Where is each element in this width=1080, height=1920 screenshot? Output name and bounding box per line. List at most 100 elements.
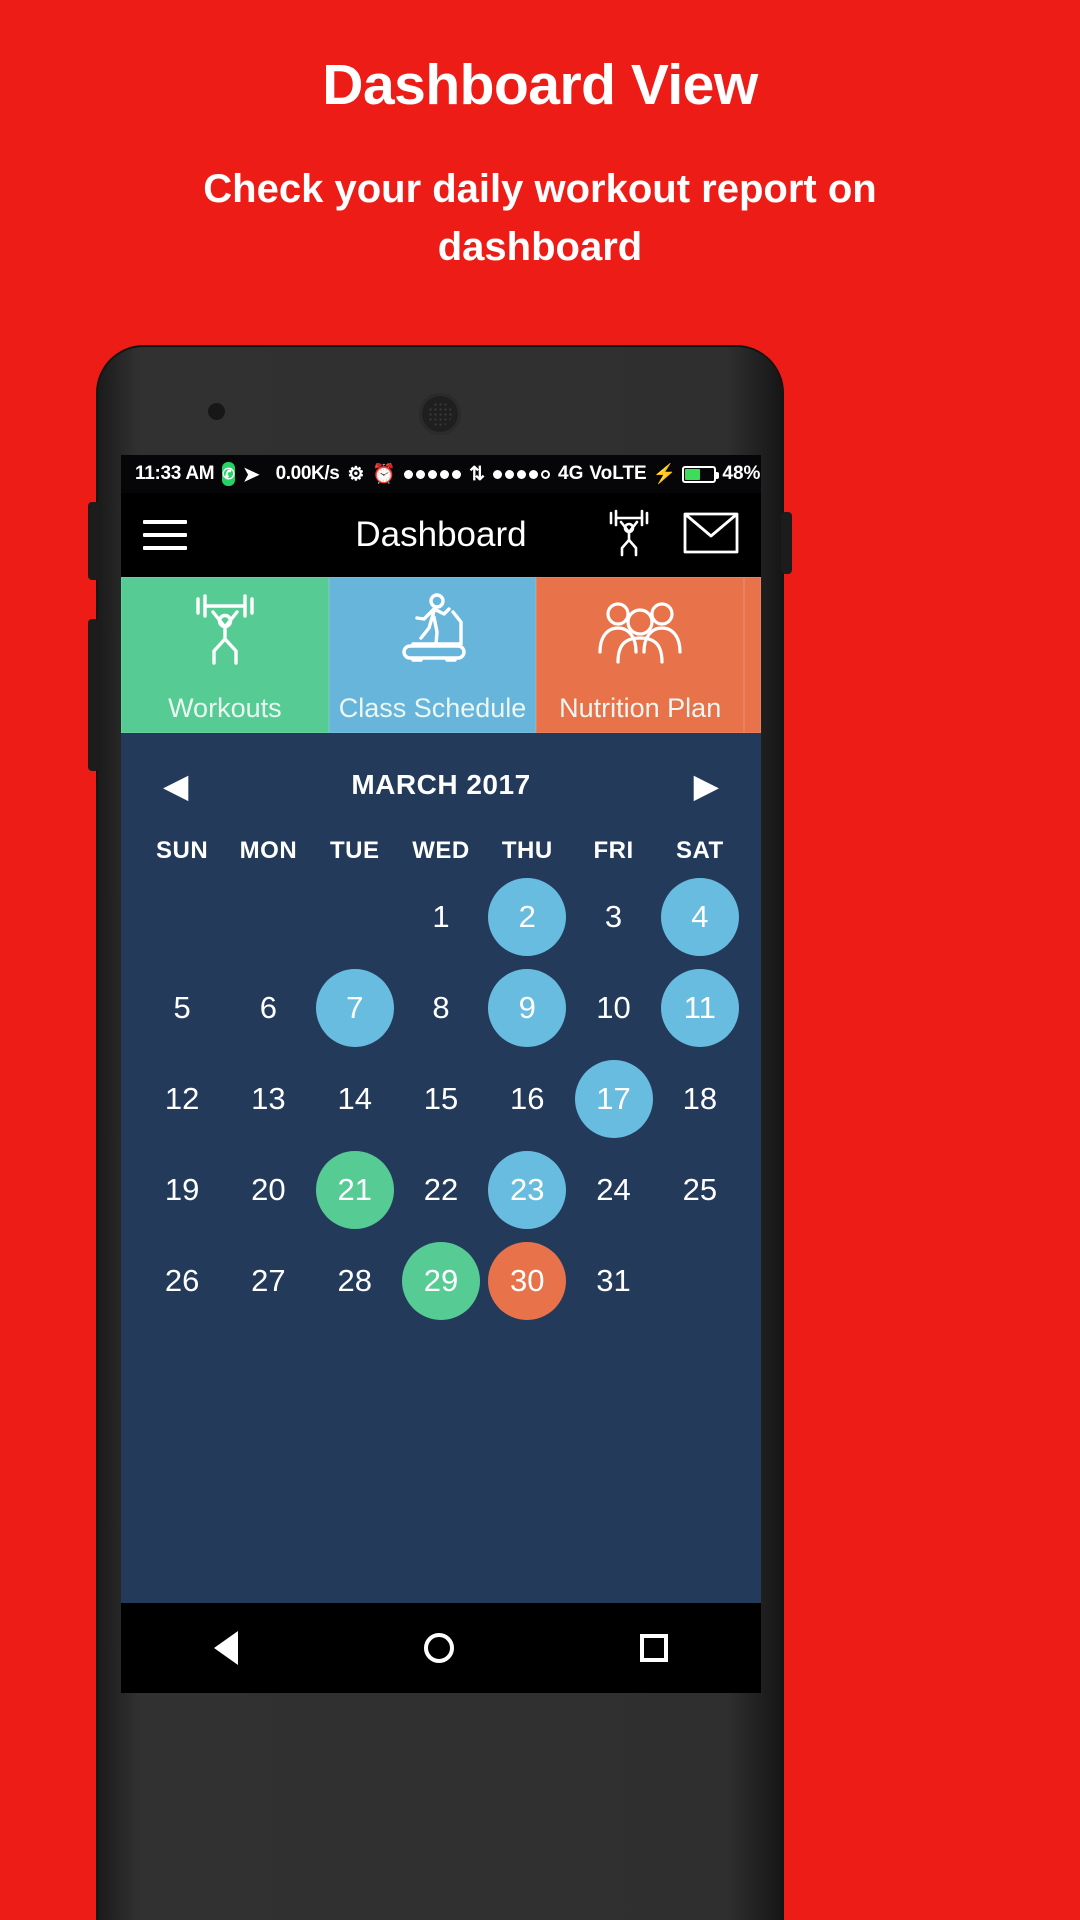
calendar-day[interactable]: 5	[143, 969, 221, 1047]
promo-title: Dashboard View	[322, 53, 758, 117]
side-button-right[interactable]	[781, 512, 792, 574]
calendar-cell: 2	[484, 877, 570, 956]
calendar-day[interactable]: 4	[660, 877, 739, 956]
calendar-cell: 31	[570, 1242, 656, 1320]
status-bar: 11:33 AM ✆ ➤ 0.00K/s ⚙ ⏰ ⇅ 4G VoLTE ⚡ 48…	[121, 455, 761, 493]
calendar-cell: 7	[312, 968, 398, 1047]
calendar-cell: 12	[139, 1060, 225, 1138]
promo-stage: Dashboard View Check your daily workout …	[0, 0, 1080, 1920]
tile-nutrition-plan[interactable]: Nutrition Plan	[536, 577, 745, 733]
group-people-icon	[594, 592, 686, 668]
power-button[interactable]	[88, 502, 99, 580]
calendar-cell: 24	[570, 1151, 656, 1229]
calendar-day[interactable]: 12	[143, 1060, 221, 1138]
calendar: ◀ MARCH 2017 ▶ SUN MON TUE WED THU FRI S…	[121, 733, 761, 1326]
calendar-day[interactable]: 20	[229, 1151, 307, 1229]
back-triangle-icon[interactable]	[214, 1631, 238, 1665]
weekday-label: FRI	[593, 837, 634, 864]
calendar-day[interactable]: 27	[229, 1242, 307, 1320]
calendar-cell: 1	[398, 878, 484, 956]
calendar-cell: 22	[398, 1151, 484, 1229]
weightlifter-icon[interactable]	[603, 508, 655, 563]
weekday-label: SAT	[675, 837, 724, 864]
calendar-cell: 18	[657, 1060, 743, 1138]
promo-subtitle: Check your daily workout report on dashb…	[203, 167, 877, 269]
network-type-label: 4G	[558, 463, 584, 484]
calendar-day[interactable]: 8	[402, 969, 480, 1047]
calendar-cell: 23	[484, 1150, 570, 1229]
weightlifter-icon	[186, 592, 264, 668]
calendar-day[interactable]: 25	[661, 1151, 739, 1229]
calendar-day[interactable]: 29	[401, 1241, 480, 1320]
phone-screen: 11:33 AM ✆ ➤ 0.00K/s ⚙ ⏰ ⇅ 4G VoLTE ⚡ 48…	[121, 455, 761, 1603]
calendar-day[interactable]: 21	[315, 1150, 394, 1229]
calendar-day[interactable]: 31	[575, 1242, 653, 1320]
calendar-cell	[139, 878, 225, 956]
calendar-cell: 29	[398, 1241, 484, 1320]
calendar-cell: 4	[657, 877, 743, 956]
calendar-day[interactable]: 13	[229, 1060, 307, 1138]
calendar-day[interactable]: 18	[661, 1060, 739, 1138]
tile-label: Nutrition Plan	[559, 693, 722, 723]
envelope-icon[interactable]	[683, 512, 739, 559]
weekday-label: THU	[501, 837, 553, 864]
tile-next-peek[interactable]	[744, 577, 761, 733]
treadmill-runner-icon	[391, 592, 475, 668]
calendar-day[interactable]: 6	[229, 969, 307, 1047]
sim2-signal-icon	[493, 469, 550, 479]
home-circle-icon[interactable]	[424, 1633, 454, 1663]
chevron-left-icon[interactable]: ◀	[163, 769, 188, 802]
calendar-day[interactable]: 2	[488, 877, 567, 956]
calendar-cell: 17	[570, 1059, 656, 1138]
calendar-cell: 25	[657, 1151, 743, 1229]
calendar-cell: 19	[139, 1151, 225, 1229]
tile-workouts[interactable]: Workouts	[121, 577, 329, 733]
calendar-day[interactable]: 19	[143, 1151, 221, 1229]
calendar-week-row: 12 13 14 15 16 17 18	[139, 1053, 743, 1144]
calendar-cell: 26	[139, 1242, 225, 1320]
battery-icon	[682, 465, 720, 483]
calendar-day[interactable]: 14	[316, 1060, 394, 1138]
recents-square-icon[interactable]	[640, 1634, 668, 1662]
calendar-day[interactable]: 16	[488, 1060, 566, 1138]
calendar-cell: 11	[657, 968, 743, 1047]
chevron-right-icon[interactable]: ▶	[694, 769, 719, 802]
weekday-label: SUN	[156, 837, 209, 864]
hamburger-menu-icon[interactable]	[143, 520, 187, 550]
calendar-weekday-row: SUN MON TUE WED THU FRI SAT	[139, 837, 743, 871]
calendar-day[interactable]: 26	[143, 1242, 221, 1320]
calendar-week-row: 19 20 21 22 23 24 25	[139, 1144, 743, 1235]
calendar-cell	[657, 1242, 743, 1320]
calendar-day[interactable]: 11	[660, 968, 739, 1047]
calendar-cell: 13	[225, 1060, 311, 1138]
volte-label: VoLTE	[589, 463, 647, 484]
calendar-day[interactable]: 23	[488, 1150, 567, 1229]
calendar-day[interactable]: 17	[574, 1059, 653, 1138]
earpiece-speaker-icon	[419, 393, 461, 435]
calendar-cell: 28	[312, 1242, 398, 1320]
volume-button[interactable]	[88, 619, 99, 771]
tile-label: Workouts	[168, 693, 282, 723]
tile-class-schedule[interactable]: Class Schedule	[328, 577, 537, 733]
calendar-cell: 27	[225, 1242, 311, 1320]
calendar-cell: 8	[398, 969, 484, 1047]
calendar-day[interactable]: 7	[315, 968, 394, 1047]
calendar-cell: 9	[484, 968, 570, 1047]
calendar-cell: 30	[484, 1241, 570, 1320]
status-clock: 11:33 AM	[135, 463, 215, 484]
calendar-day[interactable]: 3	[575, 878, 653, 956]
calendar-day[interactable]: 9	[488, 968, 567, 1047]
calendar-day[interactable]: 28	[316, 1242, 394, 1320]
calendar-day[interactable]: 10	[575, 969, 653, 1047]
android-nav-bar	[121, 1603, 761, 1693]
calendar-day[interactable]: 22	[402, 1151, 480, 1229]
calendar-header: ◀ MARCH 2017 ▶	[139, 733, 743, 837]
calendar-cell: 16	[484, 1060, 570, 1138]
calendar-day[interactable]: 24	[575, 1151, 653, 1229]
calendar-day[interactable]: 30	[488, 1241, 567, 1320]
alarm-clock-icon: ⏰	[372, 464, 397, 485]
data-speed-label: 0.00K/s	[275, 463, 340, 484]
calendar-day[interactable]: 15	[402, 1060, 480, 1138]
battery-percent-label: 48%	[722, 463, 761, 484]
calendar-day[interactable]: 1	[402, 878, 480, 956]
